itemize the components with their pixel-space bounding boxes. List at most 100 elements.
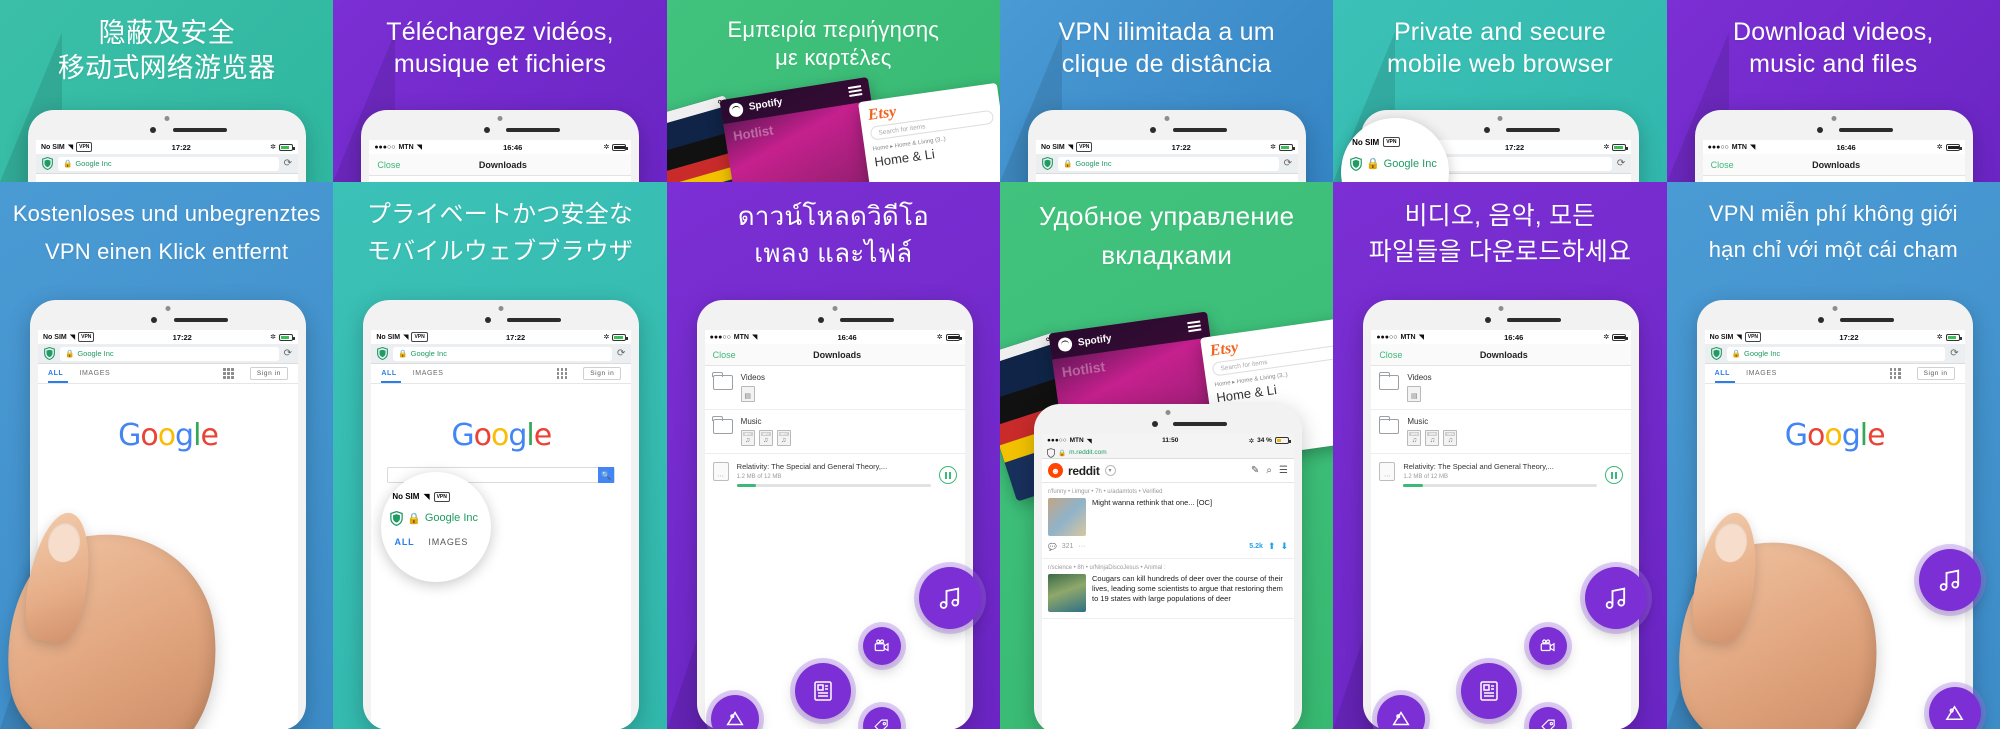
tab-card-spotify[interactable]: Spotify Hotlist — [719, 76, 885, 182]
camera-icon — [1816, 127, 1823, 133]
apps-grid-icon[interactable] — [556, 368, 568, 379]
downloads-folder-row[interactable]: Music MP3 ♫ MP3 ♫ MP3 ♫ — [1371, 410, 1632, 454]
phone-screen: ●●●○○ MTN ◥ 16:46 ✲ Close Downloads — [369, 140, 632, 182]
tile-en-download[interactable]: Download videos, music and files ●●●○○ M… — [1666, 0, 2000, 182]
lock-icon: 🔒 — [1057, 449, 1067, 457]
reload-icon[interactable]: ⟳ — [1950, 348, 1958, 359]
battery-icon — [1945, 333, 1962, 341]
battery-icon — [1278, 143, 1295, 151]
url-field[interactable]: 🔒 Google Inc — [393, 346, 612, 361]
bubble-music[interactable] — [1918, 549, 1981, 611]
downvote-icon[interactable]: ⬇ — [1280, 541, 1288, 552]
tab-all[interactable]: ALL — [381, 370, 396, 377]
caption-line-1: VPN miễn phí không giới — [1708, 201, 1958, 226]
tile-zh[interactable]: 隐蔽及安全 移动式网络游览器 No SIM ◥ VPN 17:22 ✲ 🔒 Go… — [0, 0, 334, 182]
signal-dots: ●●●○○ — [1707, 143, 1729, 151]
bubble-music[interactable] — [1585, 567, 1648, 629]
tile-th[interactable]: ดาวน์โหลดวิดีโอ เพลง และไฟล์ ●●●○○ MTN ◥… — [666, 182, 1000, 729]
upvote-icon[interactable]: ⬆ — [1268, 541, 1276, 552]
url-bar[interactable]: 🔒 Google Inc ⟳ — [38, 344, 298, 364]
reload-icon[interactable]: ⟳ — [1284, 158, 1292, 169]
reddit-post[interactable]: r/funny • i.imgur • 7h • u/adamtots • Ve… — [1041, 483, 1294, 559]
url-field[interactable]: 🔒 Google Inc — [58, 156, 279, 171]
downloads-file-row[interactable]: ⋯ Relativity: The Special and General Th… — [705, 454, 965, 495]
tile-vi[interactable]: VPN miễn phí không giới hạn chỉ với một … — [1666, 182, 2000, 729]
tab-images[interactable]: IMAGES — [79, 370, 110, 377]
earpiece-speaker — [173, 318, 228, 322]
reload-icon[interactable]: ⟳ — [284, 348, 292, 359]
url-field[interactable]: 🔒 Google Inc — [1057, 156, 1279, 171]
bluetooth-icon: ✲ — [936, 334, 943, 341]
downloads-folder-row[interactable]: Videos ▤ — [1371, 366, 1632, 410]
sensor-dot — [1832, 306, 1838, 311]
signal-dots: ●●●○○ — [374, 143, 396, 151]
reload-icon[interactable]: ⟳ — [284, 158, 292, 169]
bubble-document[interactable] — [1461, 663, 1518, 719]
more-icon[interactable]: ··· — [1078, 543, 1085, 550]
pause-button[interactable] — [938, 466, 957, 484]
url-field[interactable]: 🔒 Google Inc — [60, 346, 279, 361]
reddit-post[interactable]: r/science • 8h • u/NinjaDiscoJesus • Ani… — [1041, 559, 1294, 619]
reload-icon[interactable]: ⟳ — [617, 348, 625, 359]
tile-ja[interactable]: プライベートかつ安全な モバイルウェブブラウザ No SIM ◥ VPN 17:… — [333, 182, 667, 729]
sign-in-button[interactable]: Sign in — [583, 367, 622, 380]
sign-in-button[interactable]: Sign in — [249, 367, 288, 380]
pencil-icon[interactable]: ✎ — [1251, 465, 1259, 476]
url-bar[interactable]: 🔒 Google Inc ⟳ — [1035, 154, 1298, 174]
tile-fr[interactable]: Téléchargez vidéos, musique et fichiers … — [333, 0, 667, 182]
downloads-folder-row[interactable]: Music MP3 ♫ MP3 ♫ MP3 ♫ — [704, 410, 965, 454]
tile-el[interactable]: Εμπειρία περιήγησης με καρτέλες 34 % ⟳ S… — [666, 0, 1000, 182]
battery-icon — [1945, 143, 1962, 151]
tile-en-private[interactable]: Private and secure mobile web browser No… — [1333, 0, 1667, 182]
hamburger-icon[interactable] — [1187, 320, 1202, 333]
tab-images[interactable]: IMAGES — [413, 370, 444, 377]
tile-ru[interactable]: Удобное управление вкладками 34 % ⟳ Spot… — [999, 182, 1334, 729]
chevron-down-icon[interactable]: ▾ — [1104, 465, 1116, 476]
tile-de[interactable]: Kostenloses und unbegrenztes VPN einen K… — [0, 182, 334, 729]
folder-icon — [1379, 416, 1400, 434]
url-bar[interactable]: 🔒 Google Inc ⟳ — [1704, 344, 1965, 364]
carrier-label: MTN — [1400, 333, 1416, 341]
tag-icon — [874, 719, 888, 729]
phone-screen: ●●●○○ MTN ◥ 16:46 ✲ Close Downloads — [1702, 140, 1965, 182]
reload-icon[interactable]: ⟳ — [1617, 158, 1625, 169]
pause-button[interactable] — [1605, 466, 1624, 484]
tile-ko[interactable]: 비디오, 음악, 모든 파일들을 다운로드하세요 ●●●○○ MTN ◥ 16:… — [1333, 182, 1667, 729]
status-bar: ●●●○○ MTN ◥ 16:46 ✲ — [1371, 330, 1632, 344]
url-field[interactable]: 🔒 Google Inc — [1726, 346, 1946, 361]
search-icon[interactable]: ⌕ — [1266, 465, 1272, 476]
sign-in-button[interactable]: Sign in — [1916, 367, 1955, 380]
hamburger-icon[interactable] — [847, 84, 863, 97]
folder-icon — [1379, 372, 1400, 390]
downloads-file-row[interactable]: ⋯ Relativity: The Special and General Th… — [1371, 454, 1631, 495]
bubble-music[interactable] — [918, 567, 981, 629]
bubble-image[interactable] — [1928, 687, 1981, 729]
tile-pt[interactable]: VPN ilimitada a um clique de distância N… — [999, 0, 1334, 182]
apps-grid-icon[interactable] — [1889, 368, 1901, 379]
google-tabs[interactable]: ALL IMAGES Sign in — [371, 364, 632, 384]
earpiece-speaker — [1506, 318, 1561, 322]
bluetooth-icon: ✲ — [1936, 334, 1943, 341]
url-bar[interactable]: 🔒 Google Inc ⟳ — [371, 344, 632, 364]
google-tabs[interactable]: ALL IMAGES Sign in — [1704, 364, 1965, 384]
tab-images[interactable]: IMAGES — [1746, 370, 1777, 377]
folder-label: Videos — [1407, 373, 1432, 382]
apps-grid-icon[interactable] — [223, 368, 234, 379]
hamburger-icon[interactable]: ☰ — [1279, 465, 1288, 476]
loupe-content: No SIM VPN 🔒 Google Inc — [1341, 118, 1449, 182]
google-tabs[interactable]: ALL IMAGES Sign in — [38, 364, 298, 384]
url-bar[interactable]: 🔒 m.reddit.com — [1041, 447, 1294, 459]
tab-card-etsy[interactable]: Etsy Search for items Home ▸ Home & Livi… — [857, 82, 1000, 182]
search-icon[interactable]: 🔍 — [598, 467, 615, 483]
tab-all[interactable]: ALL — [1715, 370, 1730, 377]
bubble-video[interactable] — [862, 627, 901, 665]
comment-icon[interactable]: 💬 — [1048, 543, 1057, 551]
vpn-badge: VPN — [411, 332, 428, 342]
url-bar[interactable]: 🔒 Google Inc ⟳ — [36, 154, 298, 174]
tile-caption: プライベートかつ安全な モバイルウェブブラウザ — [333, 182, 666, 267]
tab-all[interactable]: ALL — [48, 370, 63, 377]
downloads-folder-row[interactable]: Videos ▤ — [704, 366, 965, 410]
bubble-document[interactable] — [794, 663, 851, 719]
status-clock: 16:46 — [1504, 332, 1524, 342]
wifi-icon: ◥ — [1067, 144, 1074, 151]
